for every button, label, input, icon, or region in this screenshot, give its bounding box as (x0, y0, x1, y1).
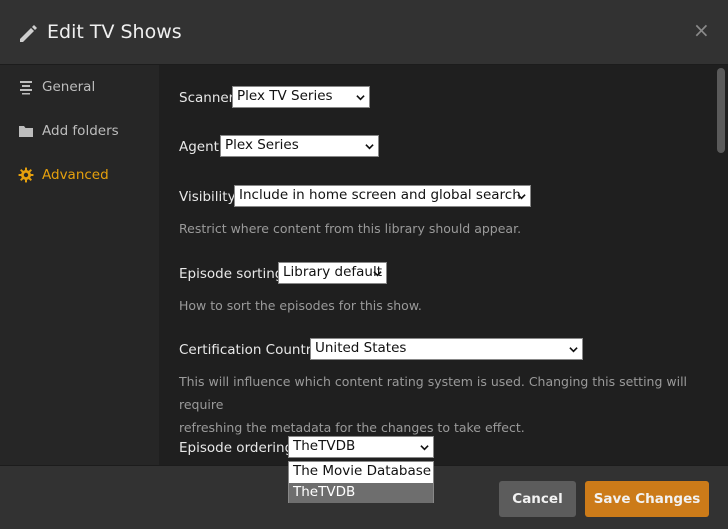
episode-sorting-label: Episode sorting (179, 266, 284, 282)
agent-label: Agent (179, 139, 219, 155)
agent-select[interactable]: Plex Series (220, 135, 379, 157)
pencil-icon (20, 25, 37, 42)
sidebar-item-advanced[interactable]: Advanced (0, 160, 159, 190)
chevron-down-icon (420, 445, 429, 451)
sidebar-item-add-folders[interactable]: Add folders (0, 116, 159, 146)
dropdown-option-the-movie-database[interactable]: The Movie Database (289, 462, 433, 482)
sidebar: General Add folders Advanced (0, 65, 159, 465)
edit-tv-shows-dialog: Edit TV Shows × General Add folders Adva… (0, 0, 728, 529)
visibility-value: Include in home screen and global search (239, 187, 521, 203)
scanner-label: Scanner (179, 90, 235, 106)
episode-ordering-label: Episode ordering (179, 440, 294, 456)
episode-sorting-select[interactable]: Library default (278, 262, 387, 284)
sidebar-item-label: Add folders (42, 123, 119, 139)
visibility-help: Restrict where content from this library… (179, 221, 522, 236)
scanner-select[interactable]: Plex TV Series (232, 86, 370, 108)
episode-sorting-help: How to sort the episodes for this show. (179, 298, 422, 313)
visibility-select[interactable]: Include in home screen and global search (234, 185, 531, 207)
episode-sorting-value: Library default (283, 264, 382, 280)
settings-panel: Scanner Plex TV Series Agent Plex Series… (159, 65, 728, 465)
agent-value: Plex Series (225, 137, 299, 153)
sidebar-item-general[interactable]: General (0, 72, 159, 102)
episode-ordering-select[interactable]: TheTVDB (288, 436, 434, 458)
folder-icon (19, 126, 33, 137)
content-scrollbar[interactable] (717, 68, 725, 153)
help-line: This will influence which content rating… (179, 374, 688, 412)
visibility-label: Visibility (179, 189, 236, 205)
dialog-title: Edit TV Shows (47, 21, 182, 43)
certification-country-value: United States (315, 340, 407, 356)
cancel-button[interactable]: Cancel (499, 481, 576, 517)
sidebar-item-label: Advanced (42, 167, 109, 183)
certification-country-help: This will influence which content rating… (179, 370, 719, 439)
chevron-down-icon (569, 347, 578, 353)
list-icon (20, 81, 32, 95)
dialog-header: Edit TV Shows × (0, 0, 728, 65)
certification-country-label: Certification Country (179, 342, 320, 358)
episode-ordering-value: TheTVDB (293, 438, 356, 454)
chevron-down-icon (373, 271, 382, 277)
sidebar-item-label: General (42, 79, 96, 95)
episode-ordering-dropdown: The Movie Database TheTVDB (288, 461, 434, 503)
save-changes-button[interactable]: Save Changes (585, 481, 709, 517)
chevron-down-icon (356, 95, 365, 101)
chevron-down-icon (365, 144, 374, 150)
dropdown-option-thetvdb[interactable]: TheTVDB (289, 483, 433, 503)
close-icon[interactable]: × (693, 19, 710, 41)
chevron-down-icon (517, 194, 526, 200)
help-line: refreshing the metadata for the changes … (179, 420, 525, 435)
certification-country-select[interactable]: United States (310, 338, 583, 360)
scanner-value: Plex TV Series (237, 88, 333, 104)
gear-icon (18, 167, 34, 183)
